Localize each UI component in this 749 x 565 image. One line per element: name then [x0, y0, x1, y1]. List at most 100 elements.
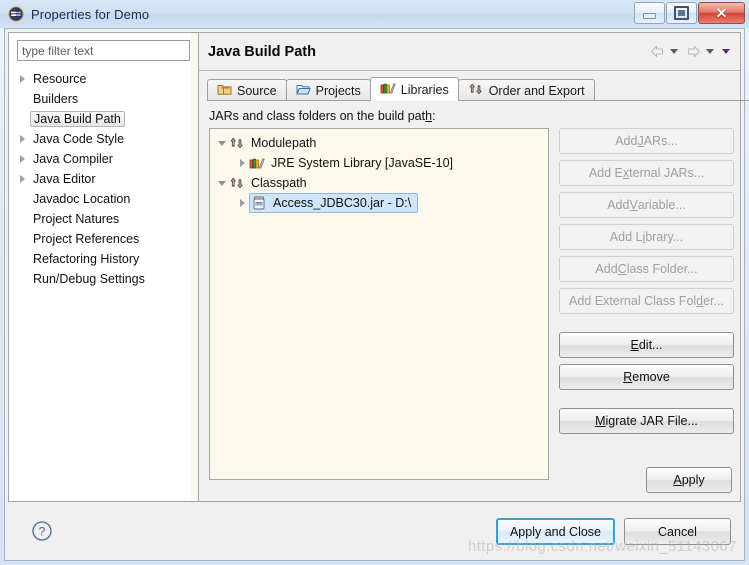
no-chevron-spacer — [17, 93, 29, 105]
tab-libraries[interactable]: Libraries — [369, 77, 459, 101]
books-icon — [380, 81, 396, 98]
add-external-class-folder-button[interactable]: Add External Class Fol d er... — [559, 288, 734, 314]
tree-row-classpath[interactable]: Classpath — [210, 173, 548, 193]
books-icon — [249, 155, 265, 171]
no-chevron-spacer — [17, 273, 29, 285]
btn-post: brary... — [645, 230, 684, 244]
btn-post: er... — [703, 294, 724, 308]
btn-post: emove — [632, 370, 670, 384]
add-jars-button[interactable]: Add J ARs... — [559, 128, 734, 154]
btn-pre: Add — [595, 262, 618, 276]
sidebar-item-run-debug-settings[interactable]: Run/Debug Settings — [9, 269, 198, 289]
maximize-button[interactable] — [666, 2, 697, 24]
add-library-button[interactable]: Add Li brary... — [559, 224, 734, 250]
forward-dropdown-caret-icon[interactable] — [706, 49, 714, 54]
tab-order-and-export[interactable]: Order and Export — [457, 79, 595, 101]
btn-mnemonic: R — [623, 370, 633, 384]
tab-bar: Source Projects Libraries Order and Expo… — [207, 77, 595, 101]
sidebar-item-java-build-path[interactable]: Java Build Path — [9, 109, 198, 129]
twisty-down-icon[interactable] — [216, 137, 228, 149]
apply-and-close-button[interactable]: Apply and Close — [495, 518, 615, 545]
twisty-right-icon[interactable] — [236, 157, 248, 169]
sidebar-item-project-references[interactable]: Project References — [9, 229, 198, 249]
forward-arrow-icon[interactable] — [685, 44, 702, 59]
btn-post: pply — [681, 473, 705, 487]
sidebar-item-java-compiler[interactable]: Java Compiler — [9, 149, 198, 169]
filter-container — [9, 33, 198, 65]
page-nav-controls — [649, 44, 734, 59]
title-bar: Properties for Demo ✕ — [0, 0, 749, 28]
button-group-gap — [559, 320, 744, 332]
twisty-right-icon[interactable] — [236, 197, 248, 209]
sidebar-item-label: Refactoring History — [33, 252, 140, 266]
sidebar-item-builders[interactable]: Builders — [9, 89, 198, 109]
updown-arrows-icon — [468, 82, 484, 99]
sidebar-item-refactoring-history[interactable]: Refactoring History — [9, 249, 198, 269]
btn-mnemonic: d — [696, 294, 704, 308]
sidebar-item-label: Builders — [33, 92, 79, 106]
chevron-right-icon[interactable] — [17, 173, 29, 185]
sidebar-item-project-natures[interactable]: Project Natures — [9, 209, 198, 229]
migrate-jar-file-button[interactable]: Migrate JAR File... — [559, 408, 734, 434]
no-chevron-spacer — [17, 213, 29, 225]
cancel-button[interactable]: Cancel — [624, 518, 731, 545]
filter-input[interactable] — [17, 40, 190, 61]
remove-button[interactable]: Remove — [559, 364, 734, 390]
twisty-down-icon[interactable] — [216, 177, 228, 189]
btn-mnemonic: E — [630, 338, 639, 352]
tree-row-access-jdbc30-jar[interactable]: Access_JDBC30.jar - D:\ — [210, 193, 548, 213]
no-chevron-spacer — [17, 193, 29, 205]
tree-row-jre-system-library[interactable]: JRE System Library [JavaSE-10] — [210, 153, 548, 173]
build-path-description: JARs and class folders on the build path… — [209, 109, 436, 123]
sidebar-item-java-code-style[interactable]: Java Code Style — [9, 129, 198, 149]
tree-row-modulepath[interactable]: Modulepath — [210, 133, 548, 153]
btn-pre: Add — [607, 198, 630, 212]
chevron-right-icon[interactable] — [17, 153, 29, 165]
edit-button[interactable]: Edit... — [559, 332, 734, 358]
minimize-icon — [643, 13, 656, 19]
chevron-right-icon[interactable] — [17, 73, 29, 85]
back-dropdown-caret-icon[interactable] — [670, 49, 678, 54]
sidebar-item-java-editor[interactable]: Java Editor — [9, 169, 198, 189]
no-chevron-spacer — [17, 253, 29, 265]
build-path-tree[interactable]: Modulepath JRE System Library [JavaSE-10… — [209, 128, 549, 480]
tab-source[interactable]: Source — [207, 79, 287, 101]
add-variable-button[interactable]: Add Variable... — [559, 192, 734, 218]
btn-post: lass Folder... — [626, 262, 698, 276]
tree-row-selection: Access_JDBC30.jar - D:\ — [249, 193, 419, 213]
sidebar-item-label: Java Compiler — [33, 152, 113, 166]
sidebar-item-label: Run/Debug Settings — [33, 272, 145, 286]
btn-post: ARs... — [643, 134, 678, 148]
btn-pre: Add — [615, 134, 638, 148]
btn-mnemonic: A — [673, 473, 682, 487]
tab-label: Order and Export — [488, 83, 585, 98]
sidebar-item-javadoc-location[interactable]: Javadoc Location — [9, 189, 198, 209]
sidebar-tree: Resource Builders Java Build Path Java C… — [9, 65, 198, 501]
btn-mnemonic: M — [595, 414, 606, 428]
tree-row-label: JRE System Library [JavaSE-10] — [271, 156, 454, 170]
apply-row: Apply — [646, 467, 732, 493]
btn-post: igrate JAR File... — [605, 414, 698, 428]
back-arrow-icon[interactable] — [649, 44, 666, 59]
apply-button[interactable]: Apply — [646, 467, 732, 493]
chevron-right-icon[interactable] — [17, 133, 29, 145]
minimize-button[interactable] — [634, 2, 665, 24]
help-question-icon[interactable]: ? — [31, 520, 53, 542]
sidebar-item-resource[interactable]: Resource — [9, 69, 198, 89]
button-group-gap — [559, 396, 744, 408]
tab-projects[interactable]: Projects — [285, 79, 371, 101]
package-folder-icon — [217, 82, 232, 99]
dialog-content: Resource Builders Java Build Path Java C… — [8, 32, 749, 502]
close-button[interactable]: ✕ — [698, 2, 745, 24]
btn-pre: Add External Class Fol — [569, 294, 697, 308]
add-external-jars-button[interactable]: Add Ex ternal JARs... — [559, 160, 734, 186]
add-class-folder-button[interactable]: Add Class Folder... — [559, 256, 734, 282]
updown-arrows-icon — [229, 135, 245, 151]
no-chevron-spacer — [17, 233, 29, 245]
footer-buttons: Apply and Close Cancel — [495, 518, 731, 545]
page-menu-caret-icon[interactable] — [722, 49, 730, 54]
sidebar-item-label: Project References — [33, 232, 140, 246]
btn-pre: Add L — [609, 230, 643, 244]
preferences-sidebar: Resource Builders Java Build Path Java C… — [9, 33, 199, 501]
sidebar-item-label: Java Build Path — [30, 111, 125, 127]
